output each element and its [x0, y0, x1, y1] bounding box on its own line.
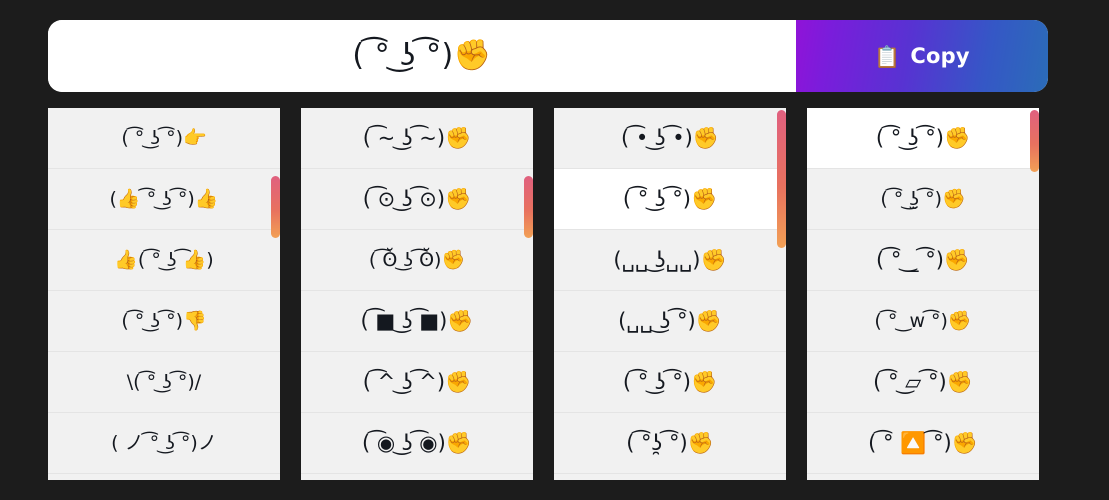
face-row[interactable]: ( ͡^ ͜ʖ ͡^)✊	[301, 352, 533, 413]
scrollbar-thumb-2[interactable]	[524, 176, 533, 238]
face-row[interactable]: ( ͡° ͜ʖ ͡°)✊	[554, 352, 786, 413]
face-row-text: ( ͡° ͜ʖ ͡°)👎	[121, 309, 207, 332]
face-row-text: ( ͡° ͜ʖ ͡°)✊	[875, 125, 971, 150]
copy-button[interactable]: 📋 Copy	[796, 20, 1048, 92]
top-bar: ( ͡° ͜ʖ ͡°)✊ 📋 Copy	[48, 20, 1048, 92]
face-row[interactable]: ( ͡° ͜ʖ ͡°)👉	[48, 108, 280, 169]
face-row-text: ( ͡° ͜_ ͡°)✊	[875, 247, 971, 272]
scrollbar-track-1[interactable]	[271, 108, 280, 480]
face-row-text: ( ͡° ͜ʖ̫ ͡°)✊	[880, 187, 966, 210]
face-row-text: ( ノ ͡° ͜ʖ ͡°)ノ	[111, 431, 217, 454]
face-row[interactable]: ( ノ ͡° ͜ʖ ͡°)ノ	[48, 413, 280, 474]
face-row-text: ( ͡° ͜▱ ͡°)✊	[873, 369, 973, 394]
scrollbar-thumb-3[interactable]	[777, 110, 786, 248]
face-row[interactable]: ( ͡°ʖ̯ ͡°)✊	[554, 413, 786, 474]
copy-button-label: Copy	[910, 44, 970, 68]
face-row-text: (👍 ͡° ͜ʖ ͡°)👍	[109, 187, 219, 210]
face-column-4: ( ͡° ͜ʖ ͡°)✊ ( ͡° ͜ʖ̫ ͡°)✊ ( ͡° ͜_ ͡°)✊ ( ͡…	[807, 108, 1039, 480]
face-row[interactable]: ( ͡■ ͜ʖ ͡■)✊	[301, 291, 533, 352]
face-column-3: ( ͡• ͜ʖ ͡•)✊ ( ͡° ͜ʖ ͡°)✊ (␣␣ ͜ʖ␣␣)✊ (␣␣ ͜ʖ…	[554, 108, 786, 480]
face-column-2: ( ͡~ ͜ʖ ͡~)✊ ( ͡⊙ ͜ʖ ͡⊙)✊ ( ͡ʘ̆ ͜ʖ ͡ʘ̆)✊ ( …	[301, 108, 533, 480]
face-row[interactable]: ( ͡° ͜▱ ͡°)✊	[807, 352, 1039, 413]
face-row-text: 👍( ͡° ͜ʖ ͡👍)	[114, 248, 214, 271]
face-list-3: ( ͡• ͜ʖ ͡•)✊ ( ͡° ͜ʖ ͡°)✊ (␣␣ ͜ʖ␣␣)✊ (␣␣ ͜ʖ…	[554, 108, 786, 474]
face-row-text: ( ͡■ ͜ʖ ͡■)✊	[360, 308, 474, 333]
face-list-2: ( ͡~ ͜ʖ ͡~)✊ ( ͡⊙ ͜ʖ ͡⊙)✊ ( ͡ʘ̆ ͜ʖ ͡ʘ̆)✊ ( …	[301, 108, 533, 474]
face-row[interactable]: (␣␣ ͜ʖ ͡°)✊	[554, 291, 786, 352]
face-row[interactable]: ( ͡⊙ ͜ʖ ͡⊙)✊	[301, 169, 533, 230]
face-row-text: ( ͡° 🔼 ͡°)✊	[868, 430, 978, 455]
face-row-text: ( ͡° ͜ w ͡°)✊	[874, 309, 972, 332]
face-row-text: ( ͡°ʖ̯ ͡°)✊	[626, 430, 714, 455]
face-row-text: ( ͡ʘ̆ ͜ʖ ͡ʘ̆)✊	[368, 248, 466, 271]
face-row-text: \( ͡° ͜ʖ ͡°)/	[126, 370, 202, 393]
face-row[interactable]: ( ͡° ͜ʖ ͡°)👎	[48, 291, 280, 352]
face-row-text: ( ͡⊙ ͜ʖ ͡⊙)✊	[362, 186, 472, 211]
face-list-4: ( ͡° ͜ʖ ͡°)✊ ( ͡° ͜ʖ̫ ͡°)✊ ( ͡° ͜_ ͡°)✊ ( ͡…	[807, 108, 1039, 474]
face-row-text: (␣␣ ͜ʖ ͡°)✊	[618, 308, 722, 333]
face-row[interactable]: ( ͡° ͜ w ͡°)✊	[807, 291, 1039, 352]
face-row[interactable]: ( ͡ʘ̆ ͜ʖ ͡ʘ̆)✊	[301, 230, 533, 291]
face-row-text: ( ͡~ ͜ʖ ͡~)✊	[362, 125, 472, 150]
face-row[interactable]: ( ͡° ͜ʖ̫ ͡°)✊	[807, 169, 1039, 230]
face-column-1: ( ͡° ͜ʖ ͡°)👉 (👍 ͡° ͜ʖ ͡°)👍 👍( ͡° ͜ʖ ͡👍) ( ͡…	[48, 108, 280, 480]
face-row[interactable]: 👍( ͡° ͜ʖ ͡👍)	[48, 230, 280, 291]
scrollbar-track-2[interactable]	[524, 108, 533, 480]
face-row[interactable]: ( ͡° ͜ʖ ͡°)✊	[807, 108, 1039, 169]
face-row[interactable]: (👍 ͡° ͜ʖ ͡°)👍	[48, 169, 280, 230]
scrollbar-thumb-4[interactable]	[1030, 110, 1039, 172]
face-row-text: ( ͡^ ͜ʖ ͡^)✊	[362, 369, 472, 394]
app-root: ( ͡° ͜ʖ ͡°)✊ 📋 Copy ( ͡° ͜ʖ ͡°)👉 (👍 ͡° ͜ʖ…	[0, 0, 1109, 500]
face-row-text: ( ͡◉ ͜ʖ ͡◉)✊	[362, 430, 472, 455]
face-row[interactable]: (␣␣ ͜ʖ␣␣)✊	[554, 230, 786, 291]
face-row-text: ( ͡° ͜ʖ ͡°)👉	[121, 126, 207, 149]
face-row[interactable]: ( ͡° 🔼 ͡°)✊	[807, 413, 1039, 474]
face-display-value: ( ͡° ͜ʖ ͡°)✊	[352, 38, 492, 73]
face-row[interactable]: ( ͡° ͜ʖ ͡°)✊	[554, 169, 786, 230]
face-row[interactable]: ( ͡• ͜ʖ ͡•)✊	[554, 108, 786, 169]
face-row[interactable]: ( ͡~ ͜ʖ ͡~)✊	[301, 108, 533, 169]
face-display-field[interactable]: ( ͡° ͜ʖ ͡°)✊	[48, 20, 796, 92]
face-row[interactable]: ( ͡◉ ͜ʖ ͡◉)✊	[301, 413, 533, 474]
face-row-text: (␣␣ ͜ʖ␣␣)✊	[613, 247, 727, 272]
scrollbar-track-4[interactable]	[1030, 108, 1039, 480]
face-columns: ( ͡° ͜ʖ ͡°)👉 (👍 ͡° ͜ʖ ͡°)👍 👍( ͡° ͜ʖ ͡👍) ( ͡…	[48, 108, 1061, 480]
face-row-text: ( ͡• ͜ʖ ͡•)✊	[620, 125, 720, 150]
face-row[interactable]: ( ͡° ͜_ ͡°)✊	[807, 230, 1039, 291]
face-row-text: ( ͡° ͜ʖ ͡°)✊	[622, 369, 718, 394]
face-row[interactable]: \( ͡° ͜ʖ ͡°)/	[48, 352, 280, 413]
clipboard-icon: 📋	[874, 44, 901, 69]
scrollbar-track-3[interactable]	[777, 108, 786, 480]
face-list-1: ( ͡° ͜ʖ ͡°)👉 (👍 ͡° ͜ʖ ͡°)👍 👍( ͡° ͜ʖ ͡👍) ( ͡…	[48, 108, 280, 474]
scrollbar-thumb-1[interactable]	[271, 176, 280, 238]
face-row-text: ( ͡° ͜ʖ ͡°)✊	[622, 186, 718, 211]
